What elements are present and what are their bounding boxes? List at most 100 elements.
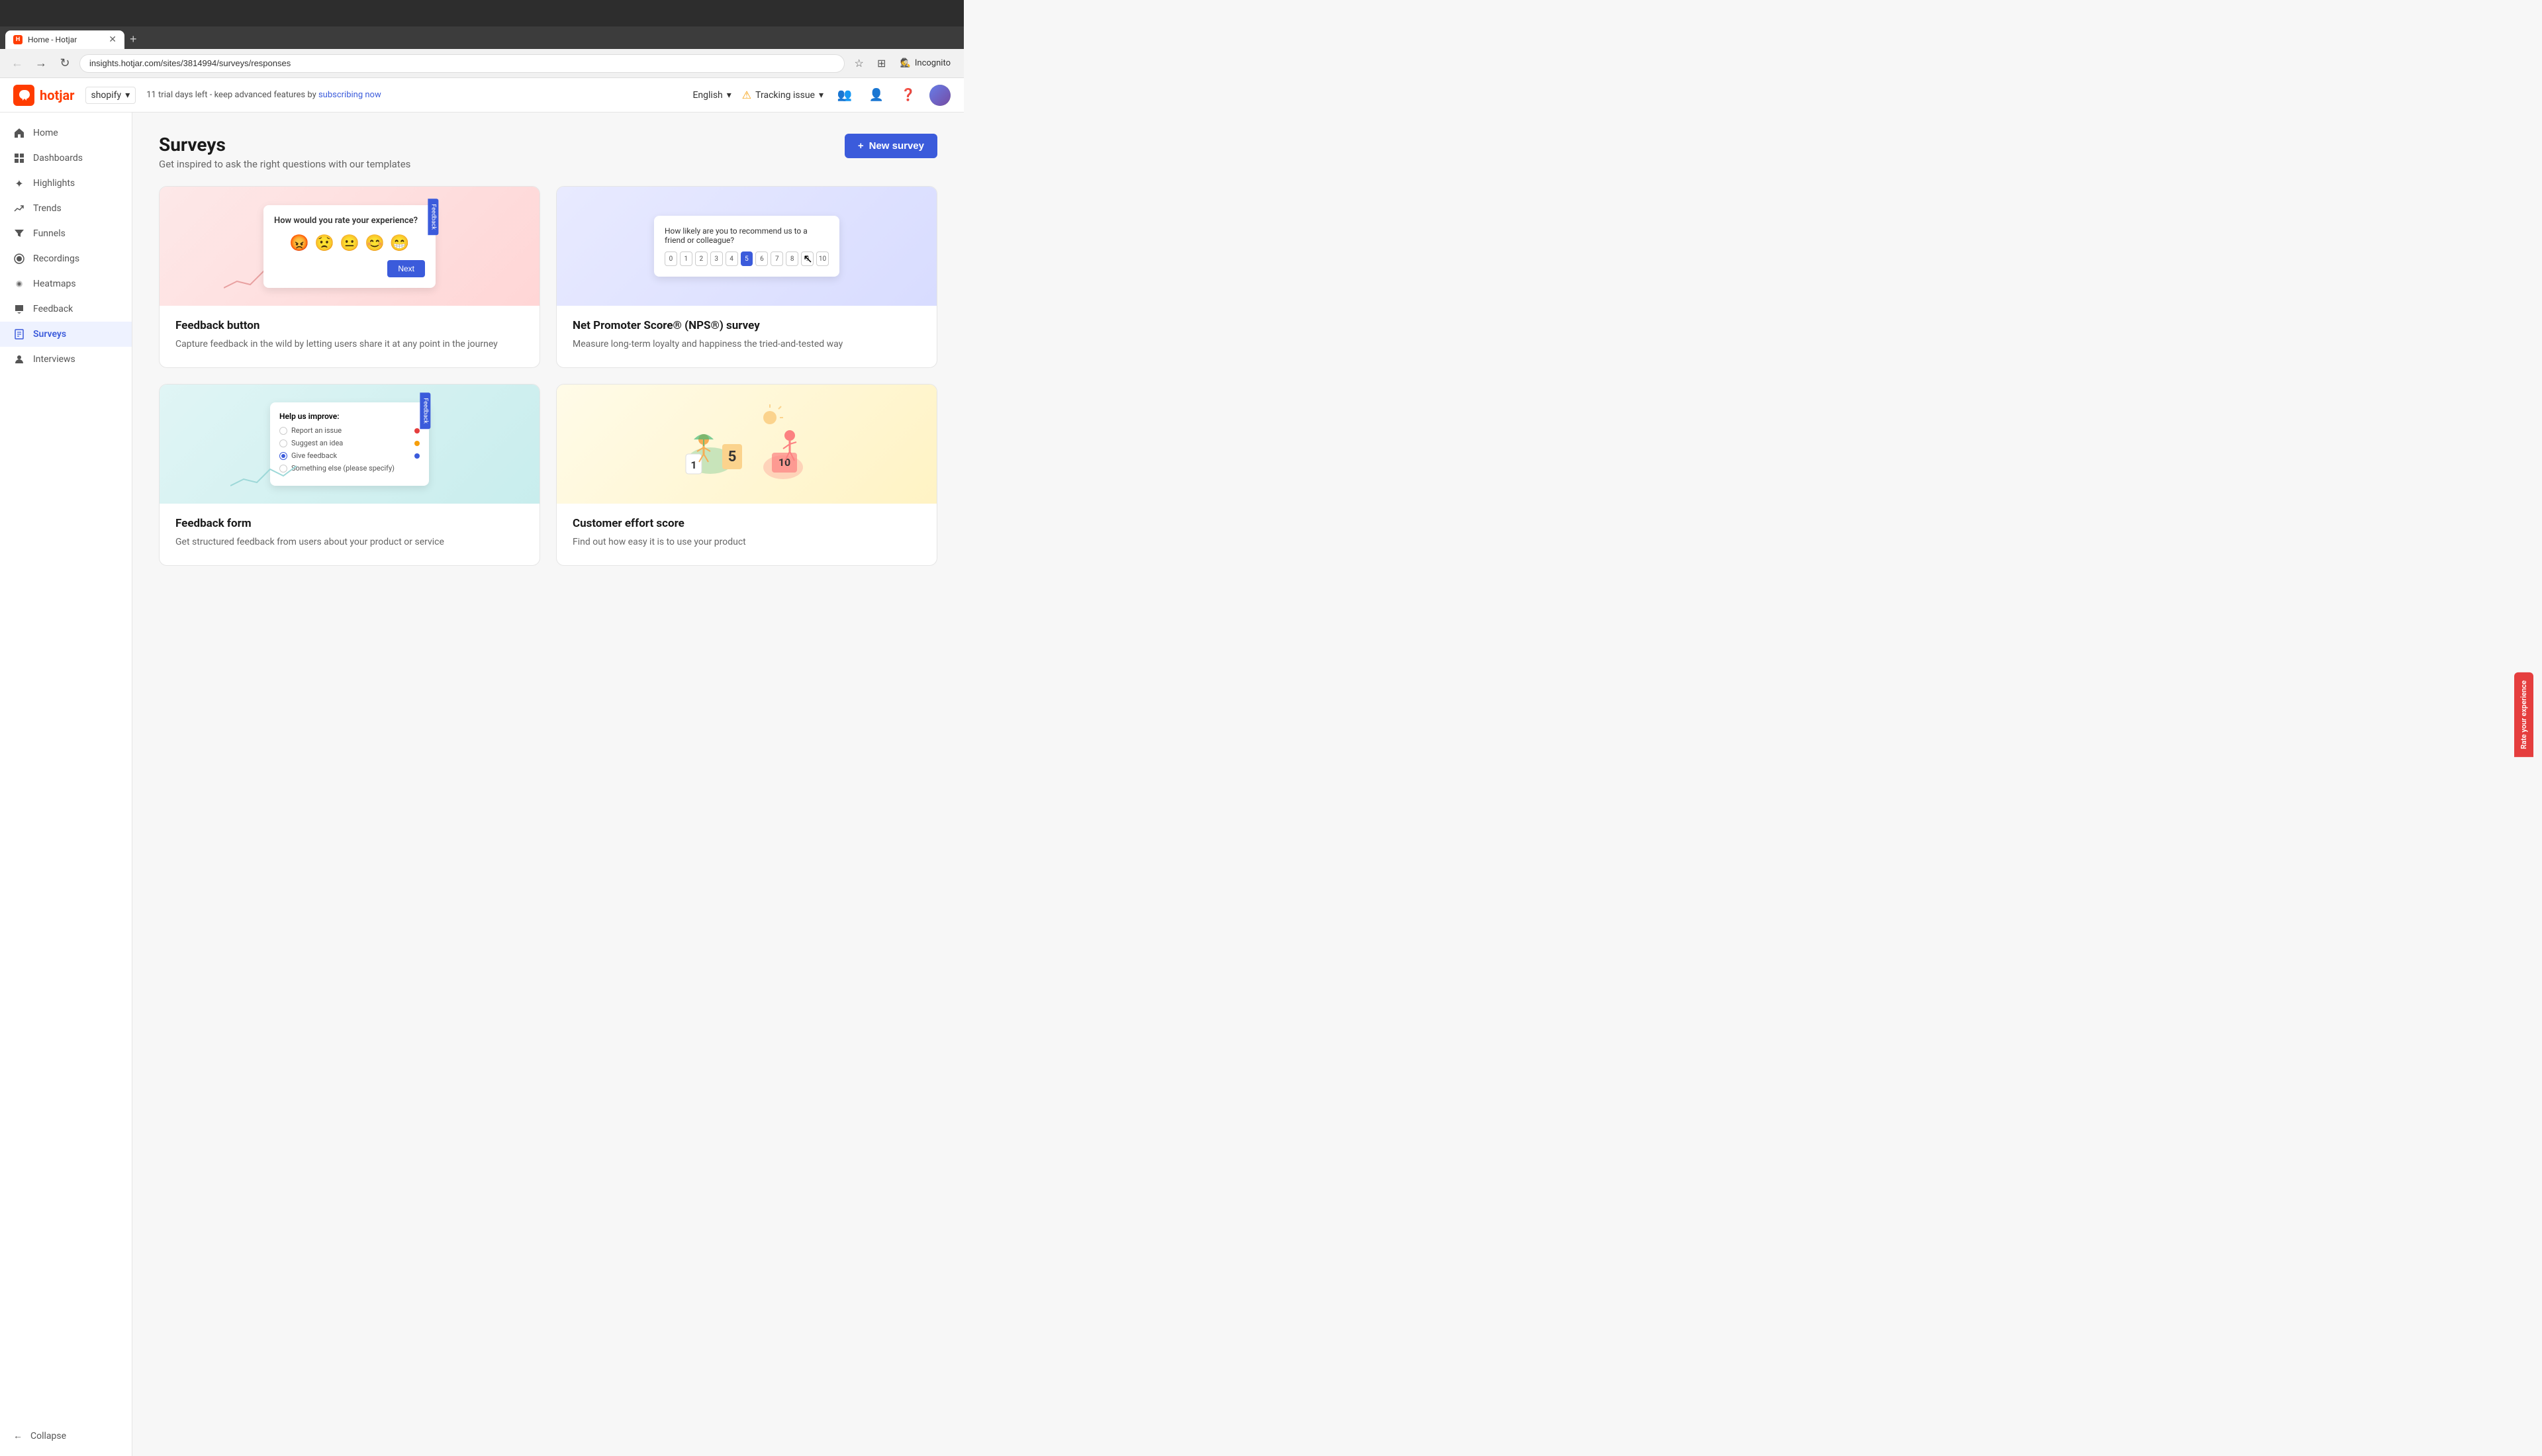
trial-banner: 11 trial days left - keep advanced featu… — [146, 90, 682, 100]
nav-bar: ← → ↻ ☆ ⊞ 🕵 Incognito — [0, 49, 964, 78]
tab-favicon: H — [13, 35, 23, 44]
page-header: Surveys Get inspired to ask the right qu… — [159, 134, 937, 170]
sidebar-item-surveys-label: Surveys — [33, 329, 66, 340]
emoji-2: 😟 — [314, 234, 334, 252]
users-icon-btn[interactable]: 👥 — [834, 85, 855, 106]
collapse-btn[interactable]: ← Collapse — [0, 1424, 132, 1448]
sidebar-item-funnels[interactable]: Funnels — [0, 221, 132, 246]
avatar-image — [929, 85, 951, 106]
sidebar-item-highlights-label: Highlights — [33, 178, 75, 189]
refresh-btn[interactable]: ↻ — [56, 54, 74, 73]
rate-experience-tab[interactable]: Rate your experience — [2514, 672, 2533, 757]
hotjar-logo-icon — [13, 85, 34, 106]
tab-close-btn[interactable]: ✕ — [109, 34, 117, 45]
svg-text:5: 5 — [728, 449, 737, 465]
site-selector[interactable]: shopify ▾ — [85, 87, 136, 104]
sidebar-item-home-label: Home — [33, 128, 58, 138]
ces-illustration: 1 5 10 — [674, 394, 820, 494]
form-option-3: Give feedback — [279, 451, 420, 460]
sidebar-item-highlights[interactable]: ✦ Highlights — [0, 171, 132, 196]
feedback-form-card-desc: Get structured feedback from users about… — [175, 535, 524, 549]
language-selector[interactable]: English ▾ — [692, 90, 731, 101]
active-tab[interactable]: H Home - Hotjar ✕ — [5, 30, 124, 49]
hotjar-logo[interactable]: hotjar — [13, 85, 75, 106]
form-option-1: Report an issue — [279, 426, 420, 435]
emoji-5: 😁 — [390, 234, 410, 252]
nps-card-body: Net Promoter Score® (NPS®) survey Measur… — [557, 306, 937, 367]
nps-10: 10 — [816, 251, 829, 266]
page-title: Surveys — [159, 134, 410, 156]
radio-1 — [279, 427, 287, 435]
user-avatar[interactable] — [929, 85, 951, 106]
nav-icons: ☆ ⊞ 🕵 Incognito — [850, 54, 956, 73]
nps-card-desc: Measure long-term loyalty and happiness … — [573, 338, 921, 351]
ces-card-desc: Find out how easy it is to use your prod… — [573, 535, 921, 549]
extension-btn[interactable]: ⊞ — [872, 54, 891, 73]
sidebar-item-feedback[interactable]: Feedback — [0, 296, 132, 322]
form-option-4: Something else (please specify) — [279, 464, 420, 473]
sidebar-item-heatmaps[interactable]: Heatmaps — [0, 271, 132, 296]
subscribe-link[interactable]: subscribing now — [318, 90, 381, 100]
home-icon — [13, 127, 25, 139]
ces-card[interactable]: 1 5 10 — [556, 384, 937, 566]
top-bar: hotjar shopify ▾ 11 trial days left - ke… — [0, 78, 964, 113]
app-container: hotjar shopify ▾ 11 trial days left - ke… — [0, 78, 964, 1456]
new-tab-btn[interactable]: + — [124, 32, 142, 46]
hotjar-logo-text: hotjar — [40, 87, 75, 103]
svg-text:1: 1 — [690, 459, 696, 471]
sidebar-item-home[interactable]: Home — [0, 120, 132, 146]
rate-experience-container: Rate your experience — [2514, 672, 2542, 757]
nps-preview: How likely are you to recommend us to a … — [557, 187, 937, 306]
page-subtitle: Get inspired to ask the right questions … — [159, 158, 410, 170]
surveys-icon — [13, 328, 25, 340]
new-survey-btn[interactable]: + New survey — [845, 134, 937, 158]
add-user-btn[interactable]: 👤 — [866, 85, 887, 106]
address-bar[interactable] — [79, 54, 845, 73]
form-option-2: Suggest an idea — [279, 439, 420, 447]
incognito-label: Incognito — [915, 58, 951, 68]
feedback-preview-question: How would you rate your experience? — [274, 216, 425, 226]
cards-grid: Feedback How would you rate your experie… — [159, 186, 937, 566]
sidebar-item-trends[interactable]: Trends — [0, 196, 132, 221]
incognito-btn[interactable]: 🕵 Incognito — [895, 56, 956, 71]
feedback-button-card[interactable]: Feedback How would you rate your experie… — [159, 186, 540, 368]
badge-2 — [414, 441, 420, 446]
language-label: English — [692, 90, 722, 101]
nps-3: 3 — [710, 251, 723, 266]
sidebar-item-recordings[interactable]: Recordings — [0, 246, 132, 271]
emoji-4: 😊 — [365, 234, 385, 252]
tracking-dropdown-icon: ▾ — [819, 90, 824, 101]
site-dropdown-icon: ▾ — [125, 90, 130, 101]
sidebar-item-dashboards[interactable]: Dashboards — [0, 146, 132, 171]
nps-4: 4 — [726, 251, 738, 266]
sidebar: Home Dashboards ✦ Highlights Trends — [0, 113, 132, 1456]
bookmark-btn[interactable]: ☆ — [850, 54, 869, 73]
nps-2: 2 — [695, 251, 708, 266]
nps-6: 6 — [755, 251, 768, 266]
feedback-button-card-title: Feedback button — [175, 319, 524, 332]
nps-card[interactable]: How likely are you to recommend us to a … — [556, 186, 937, 368]
lang-dropdown-icon: ▾ — [727, 90, 731, 101]
radio-2 — [279, 439, 287, 447]
back-btn[interactable]: ← — [8, 54, 26, 73]
sidebar-item-surveys[interactable]: Surveys — [0, 322, 132, 347]
nps-widget-preview: How likely are you to recommend us to a … — [654, 216, 839, 277]
sidebar-item-interviews[interactable]: Interviews — [0, 347, 132, 372]
tracking-issue-label: Tracking issue — [755, 90, 815, 101]
tab-bar: H Home - Hotjar ✕ + — [0, 26, 964, 49]
top-bar-actions: English ▾ ⚠ Tracking issue ▾ 👥 👤 ❓ — [692, 85, 951, 106]
sidebar-item-interviews-label: Interviews — [33, 354, 75, 365]
dashboards-icon — [13, 152, 25, 164]
trends-icon — [13, 203, 25, 214]
page-content: Surveys Get inspired to ask the right qu… — [132, 113, 964, 1456]
incognito-icon: 🕵 — [900, 58, 911, 68]
feedback-button-card-body: Feedback button Capture feedback in the … — [160, 306, 540, 367]
nps-1: 1 — [680, 251, 692, 266]
forward-btn[interactable]: → — [32, 54, 50, 73]
emoji-1: 😡 — [289, 234, 309, 252]
feedback-form-card[interactable]: Feedback Help us improve: Report an issu… — [159, 384, 540, 566]
feedback-form-card-body: Feedback form Get structured feedback fr… — [160, 504, 540, 565]
site-name: shopify — [91, 90, 122, 101]
tracking-issue-btn[interactable]: ⚠ Tracking issue ▾ — [742, 89, 824, 101]
help-btn[interactable]: ❓ — [898, 85, 919, 106]
